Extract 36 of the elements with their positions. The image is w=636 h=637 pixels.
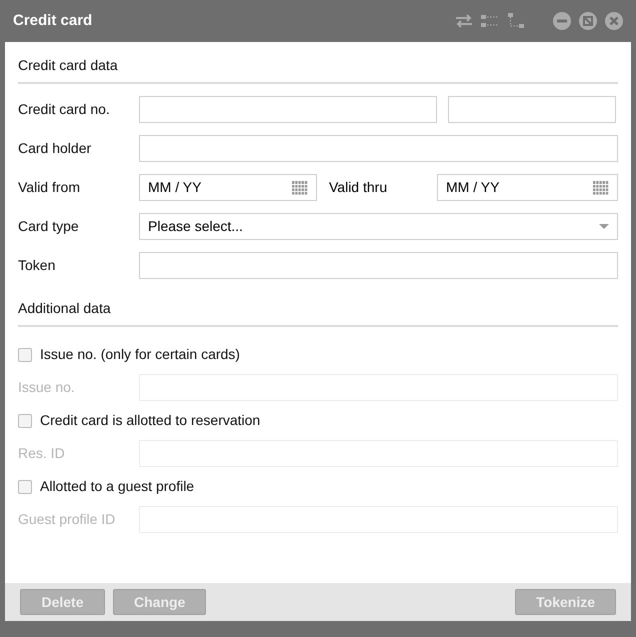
field-label: Valid from [18,178,81,197]
checkbox-label: Issue no. (only for certain cards) [40,345,240,364]
hierarchy-icon[interactable] [507,13,525,29]
checkbox[interactable] [18,348,32,362]
calendar-icon[interactable] [292,180,308,194]
field-label: Issue no. [18,378,76,397]
section-title: Additional data [18,298,618,327]
field-label: Credit card no. [18,100,111,119]
calendar-icon[interactable] [593,180,609,194]
field-label: Valid thru [328,178,388,197]
checkbox-label: Allotted to a guest profile [40,477,194,496]
checkbox[interactable] [18,480,32,494]
date-field[interactable]: MM / YY [437,174,618,201]
field-label: Card type [18,217,80,236]
input-field[interactable] [139,252,618,279]
field-label: Card holder [18,139,92,158]
card-type-dropdown[interactable]: Please select... [139,213,618,240]
close-icon[interactable] [605,12,623,30]
section-title: Credit card data [18,55,618,84]
caret-icon [599,224,609,230]
checkbox[interactable] [18,414,32,428]
maximize-icon[interactable] [579,12,597,30]
minimize-icon[interactable] [553,12,571,30]
field-label: Res. ID [18,444,66,463]
field-label: Token [18,256,56,275]
date-field[interactable]: MM / YY [139,174,317,201]
date-placeholder: MM / YY [446,178,500,197]
checkbox-label: Credit card is allotted to reservation [40,411,260,430]
input-field[interactable] [448,96,616,123]
input-field[interactable] [139,96,437,123]
swap-arrows-icon[interactable] [455,14,473,28]
field-label: Guest profile ID [18,510,116,529]
window-title: Credit card [13,10,94,31]
list-tree-icon[interactable] [481,14,499,28]
input-field[interactable] [139,135,618,162]
date-placeholder: MM / YY [148,178,202,197]
